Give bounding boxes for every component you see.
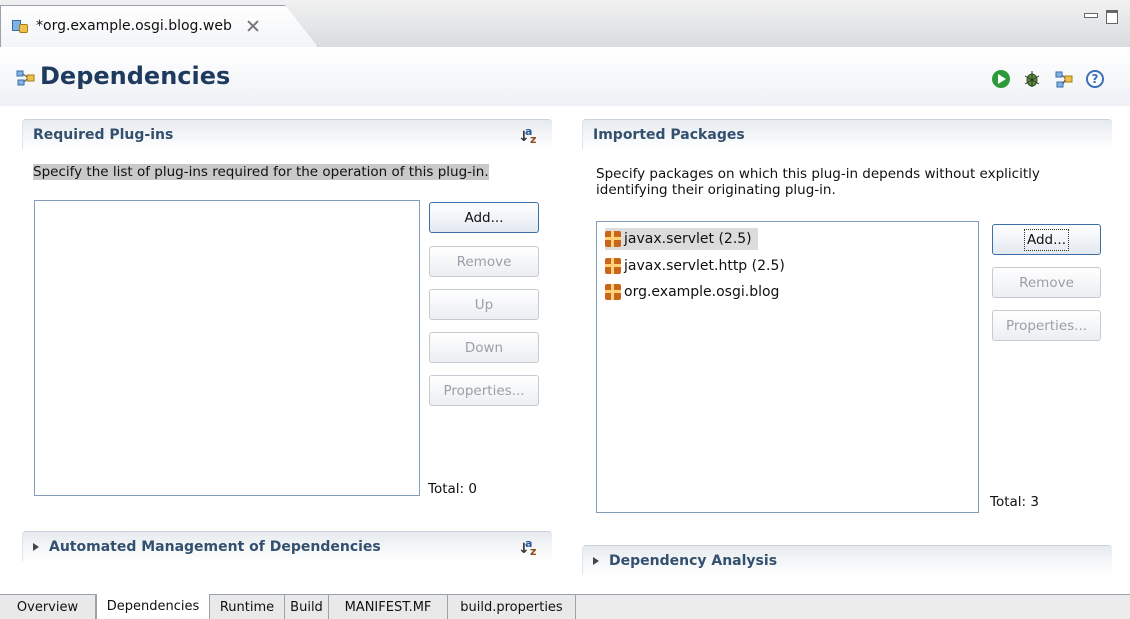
tab-runtime[interactable]: Runtime — [210, 595, 285, 619]
add-plugin-button[interactable]: Add... — [429, 202, 539, 233]
editor-tab-content[interactable]: *org.example.osgi.blog.web — [0, 5, 260, 47]
expand-icon[interactable] — [593, 557, 599, 565]
header-toolbar: ? — [992, 69, 1104, 89]
remove-package-label: Remove — [1019, 274, 1074, 291]
tab-build[interactable]: Build — [285, 595, 329, 619]
remove-plugin-label: Remove — [456, 253, 512, 270]
editor-tab-bar: *org.example.osgi.blog.web — [0, 0, 1130, 47]
plugin-properties-label: Properties... — [443, 382, 525, 399]
tab-overview[interactable]: Overview — [0, 595, 96, 619]
maximize-icon[interactable] — [1106, 10, 1118, 24]
down-button[interactable]: Down — [429, 332, 539, 363]
required-plugins-total: Total: 0 — [428, 481, 477, 497]
imported-packages-description-line1: Specify packages on which this plug-in d… — [596, 166, 1040, 182]
required-plugins-header: Required Plug-ins ↓ a z — [22, 119, 552, 149]
editor-tab-title: *org.example.osgi.blog.web — [36, 18, 232, 34]
package-icon — [605, 284, 621, 300]
plugin-dependencies-icon[interactable] — [1054, 69, 1074, 89]
list-item-label: javax.servlet.http (2.5) — [624, 258, 785, 274]
page-title: Dependencies — [40, 62, 231, 90]
sort-icon[interactable]: ↓ a z — [518, 125, 540, 146]
up-label: Up — [474, 296, 494, 313]
add-package-label: Add... — [1023, 228, 1070, 251]
dependencies-icon — [16, 70, 35, 86]
close-icon[interactable] — [246, 19, 260, 33]
remove-plugin-button[interactable]: Remove — [429, 246, 539, 277]
package-icon — [605, 258, 621, 274]
imported-packages-total: Total: 3 — [990, 494, 1039, 510]
required-plugins-description: Specify the list of plug-ins required fo… — [33, 164, 489, 180]
required-plugins-list[interactable] — [34, 200, 420, 496]
imported-packages-header: Imported Packages — [582, 119, 1112, 149]
dependency-analysis-section[interactable]: Dependency Analysis — [582, 545, 1112, 575]
add-package-button[interactable]: Add... — [992, 224, 1101, 255]
list-item-label: org.example.osgi.blog — [624, 284, 780, 300]
window-controls — [1084, 10, 1118, 24]
list-item-javax-servlet[interactable]: javax.servlet (2.5) — [605, 228, 758, 250]
debug-icon[interactable] — [1022, 69, 1042, 89]
list-item-javax-servlet-http[interactable]: javax.servlet.http (2.5) — [605, 255, 791, 277]
tab-manifest[interactable]: MANIFEST.MF — [329, 595, 448, 619]
automated-management-title: Automated Management of Dependencies — [49, 539, 381, 555]
manifest-file-icon — [10, 16, 30, 36]
remove-package-button[interactable]: Remove — [992, 267, 1101, 298]
tab-build-properties[interactable]: build.properties — [448, 595, 576, 619]
dependency-analysis-title: Dependency Analysis — [609, 553, 778, 569]
list-item-label: javax.servlet (2.5) — [624, 231, 752, 247]
editor-page-tabs: Overview Dependencies Runtime Build MANI… — [0, 594, 1130, 619]
up-button[interactable]: Up — [429, 289, 539, 320]
automated-management-section[interactable]: Automated Management of Dependencies ↓ a z — [22, 531, 552, 561]
imported-packages-title: Imported Packages — [593, 127, 745, 143]
imported-packages-list[interactable]: javax.servlet (2.5) javax.servlet.http (… — [596, 221, 979, 513]
package-properties-button[interactable]: Properties... — [992, 310, 1101, 341]
package-properties-label: Properties... — [1005, 317, 1088, 334]
imported-packages-description-line2: identifying their originating plug-in. — [596, 182, 836, 198]
minimize-icon[interactable] — [1084, 10, 1098, 22]
required-plugins-title: Required Plug-ins — [33, 127, 174, 143]
run-icon[interactable] — [992, 70, 1010, 88]
sort-icon[interactable]: ↓ a z — [518, 537, 540, 558]
list-item-org-example-osgi-blog[interactable]: org.example.osgi.blog — [605, 281, 785, 303]
help-icon[interactable]: ? — [1086, 70, 1104, 88]
page-header: Dependencies ? — [0, 48, 1130, 106]
expand-icon[interactable] — [33, 543, 39, 551]
add-plugin-label: Add... — [464, 209, 504, 226]
down-label: Down — [464, 339, 504, 356]
package-icon — [605, 231, 621, 247]
tab-dependencies[interactable]: Dependencies — [96, 594, 210, 619]
plugin-properties-button[interactable]: Properties... — [429, 375, 539, 406]
